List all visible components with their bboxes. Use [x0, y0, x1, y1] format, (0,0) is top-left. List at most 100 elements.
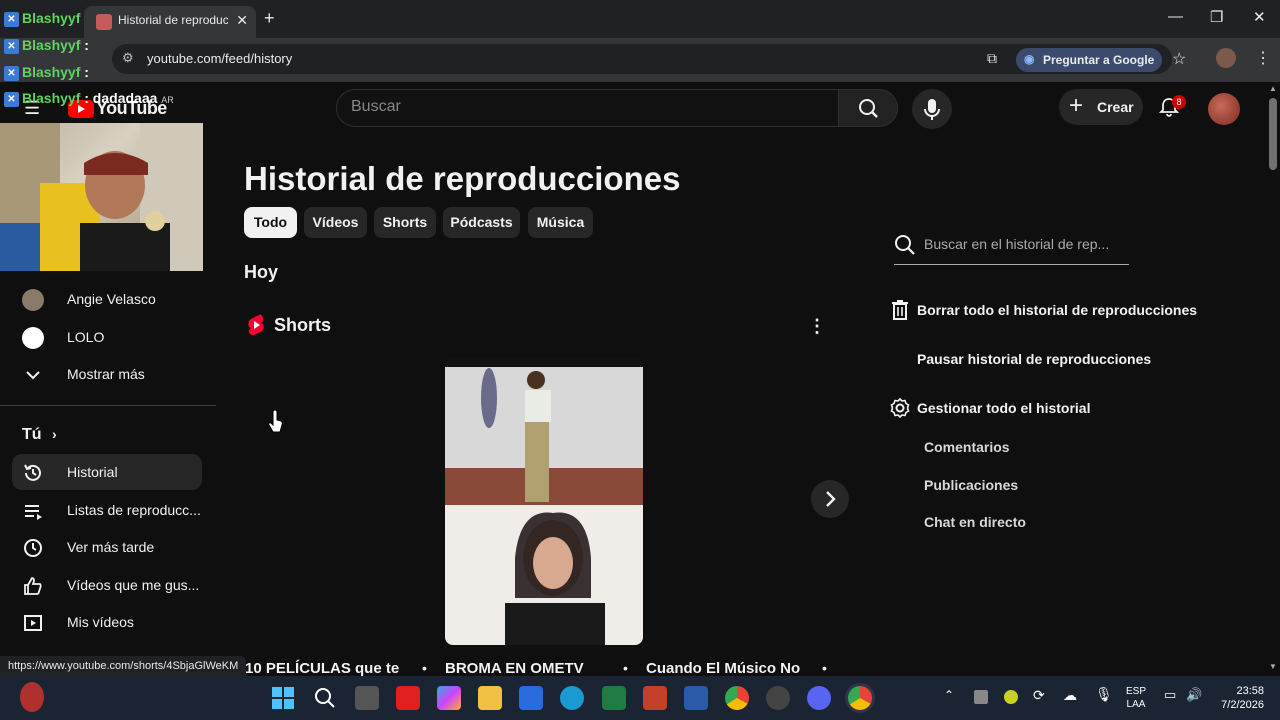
sidebar-item-watch-later[interactable]: Ver más tarde	[12, 529, 202, 565]
address-url[interactable]: youtube.com/feed/history	[147, 51, 292, 66]
network-icon[interactable]: ▭	[1164, 687, 1176, 703]
chat-username: Blashyyf	[22, 37, 81, 53]
windows-taskbar	[0, 676, 1280, 720]
restore-icon[interactable]: ❐	[1210, 8, 1223, 26]
history-search-input[interactable]	[924, 236, 1129, 252]
chip-podcasts[interactable]: Pódcasts	[443, 207, 520, 238]
store-icon[interactable]	[519, 686, 543, 710]
day-heading: Hoy	[244, 262, 279, 282]
comments-link[interactable]: Comentarios	[924, 439, 1010, 455]
separator-dot: •	[422, 660, 427, 676]
extension-icon[interactable]	[1216, 48, 1236, 68]
address-bar[interactable]: ⚙ youtube.com/feed/history	[112, 44, 1172, 74]
close-window-icon[interactable]: ✕	[1253, 8, 1266, 26]
sidebar-divider	[0, 405, 216, 406]
chip-shorts[interactable]: Shorts	[374, 207, 436, 238]
install-app-icon[interactable]: ⧉	[987, 50, 997, 67]
browser-tab-bar: Historial de reproducciones ✕ + — ❐ ✕	[0, 0, 1280, 38]
live-chat-link[interactable]: Chat en directo	[924, 514, 1026, 530]
chip-musica[interactable]: Música	[528, 207, 593, 238]
sidebar-channel-lolo[interactable]: LOLO	[12, 319, 202, 355]
search-button[interactable]	[838, 89, 898, 127]
sidebar-show-more[interactable]: Mostrar más	[12, 356, 202, 392]
create-button[interactable]: + Crear	[1059, 89, 1143, 125]
chat-text: :	[80, 37, 89, 53]
task-view-icon[interactable]	[355, 686, 379, 710]
taskbar-avatar-icon[interactable]	[20, 682, 44, 712]
chat-username: Blashyyf	[22, 90, 81, 106]
channel-avatar	[22, 327, 44, 349]
pause-history-button[interactable]: Pausar historial de reproducciones	[917, 351, 1151, 367]
sidebar-item-my-videos[interactable]: Mis vídeos	[12, 604, 202, 640]
sidebar-item-history[interactable]: Historial	[12, 454, 202, 490]
browser-menu-icon[interactable]: ⋮	[1255, 48, 1271, 68]
sidebar-you-section[interactable]: Tú ›	[22, 426, 57, 444]
wps-app-icon[interactable]	[396, 686, 420, 710]
chat-text: : dadadaaa	[80, 90, 158, 106]
microphone-tray-icon[interactable]: 🎙	[1095, 686, 1113, 703]
scroll-down-icon[interactable]: ▼	[1269, 662, 1277, 671]
posts-link[interactable]: Publicaciones	[924, 477, 1018, 493]
short-title[interactable]: BROMA EN OMETV	[445, 660, 584, 677]
tray-app-icon[interactable]	[974, 690, 988, 704]
short-thumbnail[interactable]	[445, 358, 643, 645]
file-explorer-icon[interactable]	[478, 686, 502, 710]
search-icon	[859, 99, 878, 118]
onedrive-icon[interactable]: ☁	[1063, 687, 1077, 704]
windows-start-icon[interactable]	[272, 687, 294, 709]
input-language[interactable]: ESP LAA	[1126, 685, 1146, 711]
scroll-up-icon[interactable]: ▲	[1269, 84, 1277, 93]
browser-tab[interactable]: Historial de reproducciones ✕	[84, 6, 256, 38]
volume-icon[interactable]: 🔊	[1186, 687, 1202, 703]
tray-chevron-up-icon[interactable]: ⌃	[944, 688, 954, 702]
chip-todo[interactable]: Todo	[244, 207, 297, 238]
playlist-icon	[25, 505, 42, 520]
excel-icon[interactable]	[602, 686, 626, 710]
copilot-icon[interactable]	[437, 686, 461, 710]
next-arrow-button[interactable]	[811, 480, 849, 518]
powerpoint-icon[interactable]	[643, 686, 667, 710]
chrome-icon[interactable]	[725, 686, 749, 710]
sidebar-item-playlists[interactable]: Listas de reproducc...	[12, 492, 202, 528]
ask-google-button[interactable]: ◉ Preguntar a Google	[1016, 48, 1162, 72]
voice-search-button[interactable]	[912, 89, 952, 129]
minimize-icon[interactable]: —	[1168, 8, 1183, 25]
sidebar-item-label: Listas de reproducc...	[67, 502, 201, 518]
history-search-field[interactable]	[894, 228, 1129, 265]
page-scrollbar[interactable]: ▲ ▼	[1266, 82, 1280, 676]
clear-history-button[interactable]: Borrar todo el historial de reproduccion…	[917, 302, 1197, 318]
sidebar-item-label: Angie Velasco	[67, 291, 156, 307]
short-title[interactable]: Cuando El Músico No	[646, 660, 800, 677]
chrome-active-icon[interactable]	[848, 686, 872, 710]
tray-app-icon[interactable]	[1004, 690, 1018, 704]
hand-cursor-icon	[268, 410, 283, 433]
chat-username: Blashyyf	[22, 10, 81, 26]
new-tab-icon[interactable]: +	[264, 8, 275, 29]
account-avatar[interactable]	[1208, 93, 1240, 125]
manage-history-button[interactable]: Gestionar todo el historial	[917, 400, 1090, 416]
separator-dot: •	[822, 660, 827, 676]
scrollbar-thumb[interactable]	[1269, 98, 1277, 170]
create-label: Crear	[1097, 99, 1134, 115]
language-code: ESP	[1126, 686, 1147, 697]
sidebar-item-liked-videos[interactable]: Vídeos que me gus...	[12, 567, 202, 603]
clock[interactable]: 23:58 7/2/2026	[1210, 684, 1264, 712]
chat-country-tag: AR	[161, 95, 174, 105]
close-tab-icon[interactable]: ✕	[236, 12, 248, 29]
search-field[interactable]	[336, 89, 839, 127]
site-info-icon[interactable]: ⚙	[122, 50, 134, 66]
short-title[interactable]: 10 PELÍCULAS que te	[245, 660, 399, 677]
discord-icon[interactable]	[807, 686, 831, 710]
sidebar-channel-angie-velasco[interactable]: Angie Velasco	[12, 281, 202, 317]
tray-sync-icon[interactable]: ⟳	[1033, 687, 1045, 704]
taskbar-search-icon[interactable]	[314, 687, 336, 709]
sidebar-item-label: Mis vídeos	[67, 614, 134, 630]
more-options-icon[interactable]: ⋮	[808, 316, 826, 337]
search-input[interactable]	[351, 98, 821, 116]
bookmark-star-icon[interactable]: ☆	[1172, 49, 1186, 69]
word-icon[interactable]	[684, 686, 708, 710]
chat-username: Blashyyf	[22, 64, 81, 80]
obs-icon[interactable]	[766, 686, 790, 710]
chip-videos[interactable]: Vídeos	[304, 207, 367, 238]
edge-icon[interactable]	[560, 686, 584, 710]
